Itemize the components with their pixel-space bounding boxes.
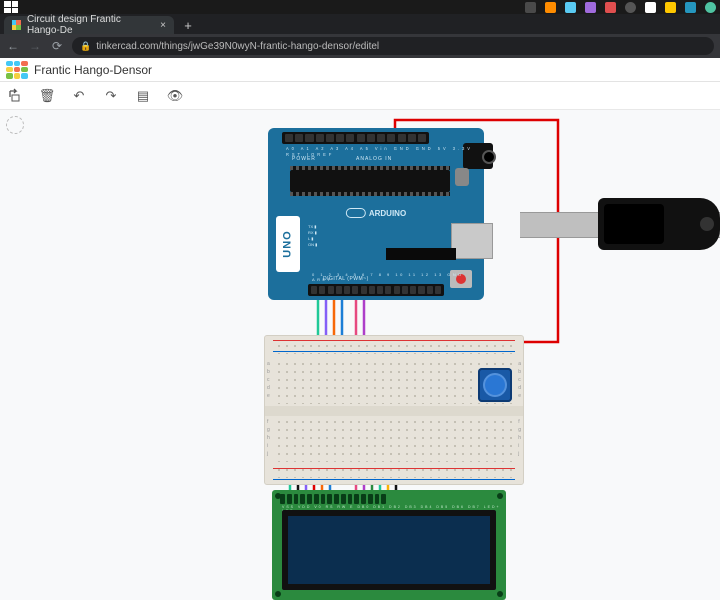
power-label: POWER <box>292 156 316 162</box>
visibility-button[interactable]: 👁 <box>166 87 184 105</box>
row-labels: a b c d e <box>267 360 270 400</box>
model-label: UNO <box>282 230 294 257</box>
mount-hole-icon <box>275 591 281 597</box>
lcd-pin-header <box>280 494 386 504</box>
arduino-digital-header <box>308 284 444 296</box>
analog-label: ANALOG IN <box>356 156 392 162</box>
capacitor-icon <box>455 168 469 186</box>
forward-button[interactable]: → <box>28 39 42 53</box>
tray-icon[interactable] <box>645 2 656 13</box>
tray-icon[interactable] <box>665 2 676 13</box>
reload-button[interactable]: ⟳ <box>50 39 64 53</box>
tray-icon[interactable] <box>605 2 616 13</box>
tray-icon[interactable] <box>705 2 716 13</box>
digital-pin-labels: 0 1 2 3 4 5 6 7 8 9 10 11 12 13 GND AREF <box>312 272 484 282</box>
usb-plug-icon <box>598 198 720 250</box>
arduino-uno-component[interactable]: A0 A1 A2 A3 A4 A5 Vin GND GND 5V 3.3V RS… <box>268 128 484 300</box>
arduino-brand-text: ARDUINO <box>369 209 406 218</box>
tinkercad-logo-icon[interactable] <box>6 61 28 79</box>
zoom-to-fit-button[interactable] <box>6 116 24 134</box>
tray-icon[interactable] <box>565 2 576 13</box>
windows-start-icon[interactable] <box>4 1 18 13</box>
editor-toolbar: 🗑 ↶ ↷ ▤ 👁 <box>0 82 720 110</box>
uno-badge: UNO <box>276 216 300 272</box>
browser-tab[interactable]: Circuit design Frantic Hango-De × <box>4 16 174 34</box>
tray-icon[interactable] <box>545 2 556 13</box>
undo-button[interactable]: ↶ <box>70 87 88 105</box>
infinity-logo-icon <box>346 208 366 218</box>
terminal-holes <box>275 418 513 462</box>
new-tab-button[interactable]: + <box>180 18 196 34</box>
breadboard-component[interactable]: a b c d e a b c d e f g h i j f g h i j <box>264 335 524 485</box>
tray-icon[interactable] <box>525 2 536 13</box>
redo-button[interactable]: ↷ <box>102 87 120 105</box>
tray-icon[interactable] <box>585 2 596 13</box>
arduino-analog-header <box>282 132 429 144</box>
tray-icon[interactable] <box>625 2 636 13</box>
lock-icon: 🔒 <box>80 41 91 52</box>
rotate-icon <box>7 88 23 104</box>
browser-chrome: Circuit design Frantic Hango-De × + ← → … <box>0 14 720 58</box>
tab-title: Circuit design Frantic Hango-De <box>27 14 154 36</box>
favicon-icon <box>12 20 21 30</box>
rail-holes <box>275 342 513 354</box>
mount-hole-icon <box>497 493 503 499</box>
back-button[interactable]: ← <box>6 39 20 53</box>
status-leds: TX ▮ RX ▮ L ▮ ON ▮ <box>308 224 317 248</box>
lcd-screen <box>282 510 496 590</box>
notes-button[interactable]: ▤ <box>134 87 152 105</box>
smd-block-icon <box>386 248 456 260</box>
row-labels: f g h i j <box>518 418 521 458</box>
power-rail-bottom <box>273 468 515 480</box>
design-canvas[interactable]: A0 A1 A2 A3 A4 A5 Vin GND GND 5V 3.3V RS… <box>0 110 720 600</box>
os-taskbar <box>0 0 720 14</box>
mount-hole-icon <box>275 493 281 499</box>
delete-button[interactable]: 🗑 <box>38 87 56 105</box>
system-tray <box>525 2 716 13</box>
url-text: tinkercad.com/things/jwGe39N0wyN-frantic… <box>96 41 379 52</box>
project-name[interactable]: Frantic Hango-Densor <box>34 63 152 77</box>
row-labels: f g h i j <box>267 418 270 458</box>
arduino-brand: ARDUINO <box>346 208 406 218</box>
close-tab-icon[interactable]: × <box>160 20 166 31</box>
row-labels: a b c d e <box>518 360 521 400</box>
usb-port-icon <box>451 223 493 259</box>
app-header: Frantic Hango-Densor <box>0 58 720 82</box>
lcd-16x2-component[interactable]: VSS VDD V0 RS RW E DB0 DB1 DB2 DB3 DB4 D… <box>272 490 506 600</box>
breadboard-gap <box>265 406 523 416</box>
tray-icon[interactable] <box>685 2 696 13</box>
potentiometer-component[interactable] <box>478 368 512 402</box>
mount-hole-icon <box>497 591 503 597</box>
tab-bar: Circuit design Frantic Hango-De × + <box>0 14 720 34</box>
address-bar[interactable]: 🔒 tinkercad.com/things/jwGe39N0wyN-frant… <box>72 37 714 55</box>
rotate-button[interactable] <box>6 87 24 105</box>
atmega-chip-icon <box>290 170 450 192</box>
address-bar-row: ← → ⟳ 🔒 tinkercad.com/things/jwGe39N0wyN… <box>0 34 720 58</box>
